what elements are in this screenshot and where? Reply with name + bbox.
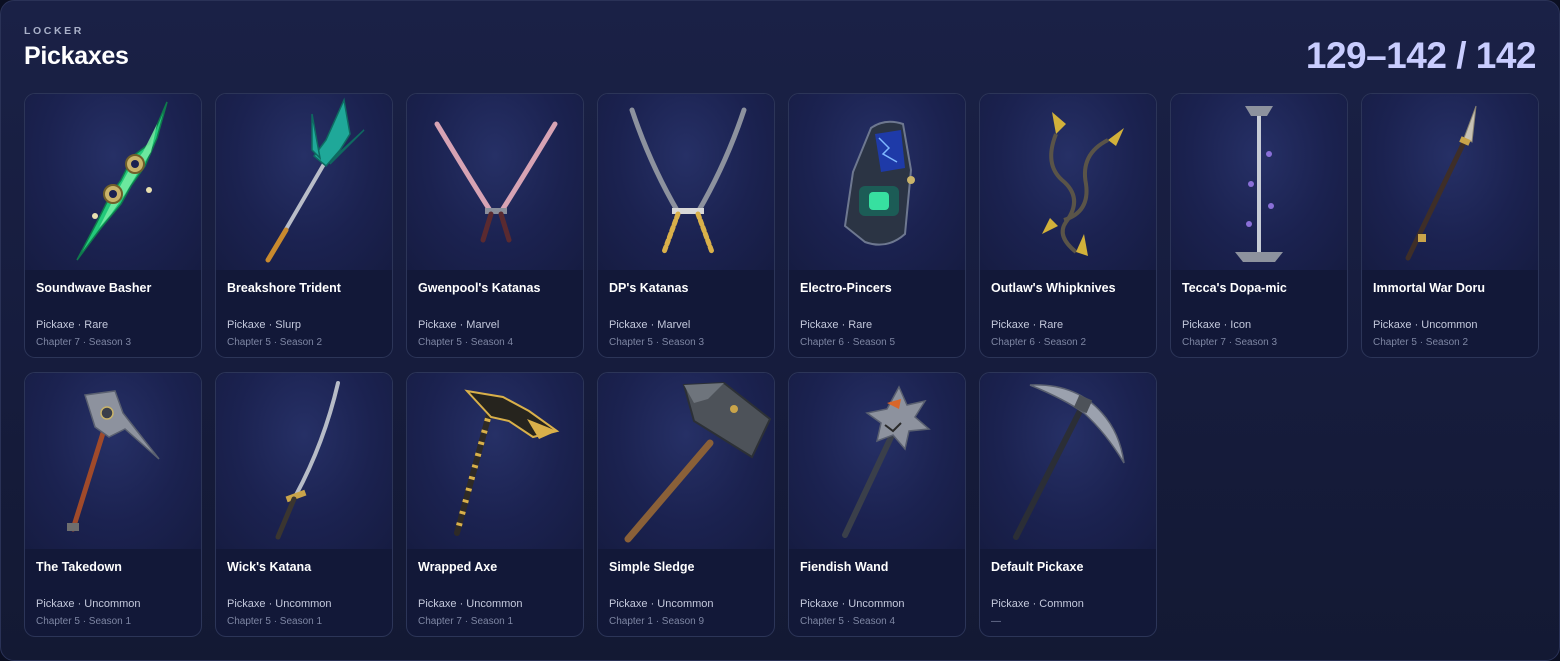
fiendish-wand-icon <box>842 385 931 538</box>
pickaxe-card[interactable]: Soundwave Basher Pickaxe · Rare Chapter … <box>24 93 202 358</box>
item-artwork <box>789 94 965 270</box>
pickaxe-card[interactable]: The Takedown Pickaxe · Uncommon Chapter … <box>24 372 202 637</box>
item-artwork <box>1362 94 1538 270</box>
the-takedown-icon <box>67 390 160 532</box>
pickaxe-card[interactable]: DP's Katanas Pickaxe · Marvel Chapter 5 … <box>597 93 775 358</box>
item-name: Simple Sledge <box>609 560 695 574</box>
pickaxe-card[interactable]: Outlaw's Whipknives Pickaxe · Rare Chapt… <box>979 93 1157 358</box>
item-season: Chapter 1 · Season 9 <box>609 616 705 627</box>
pickaxe-card[interactable]: Simple Sledge Pickaxe · Uncommon Chapter… <box>597 372 775 637</box>
gwenpool-katanas-icon <box>434 121 558 243</box>
item-artwork <box>25 94 201 270</box>
item-type-rarity: Pickaxe · Marvel <box>418 319 500 331</box>
item-type-rarity: Pickaxe · Common <box>991 598 1084 610</box>
item-type-rarity: Pickaxe · Rare <box>36 319 109 331</box>
simple-sledge-icon <box>624 381 772 543</box>
item-season: Chapter 5 · Season 4 <box>418 337 514 348</box>
item-artwork <box>598 94 774 270</box>
item-name: Default Pickaxe <box>991 560 1084 574</box>
pickaxe-card[interactable]: Gwenpool's Katanas Pickaxe · Marvel Chap… <box>406 93 584 358</box>
item-artwork <box>789 373 965 549</box>
item-name: Wick's Katana <box>227 560 312 574</box>
item-season: Chapter 5 · Season 1 <box>36 616 132 627</box>
item-artwork <box>216 373 392 549</box>
item-range-counter: 129–142 / 142 <box>1305 35 1537 76</box>
item-season: Chapter 7 · Season 1 <box>418 616 514 627</box>
item-type-rarity: Pickaxe · Icon <box>1182 319 1252 331</box>
item-name: Gwenpool's Katanas <box>418 281 541 295</box>
page-title: Pickaxes <box>24 42 129 70</box>
item-name: The Takedown <box>36 560 122 574</box>
item-artwork <box>25 373 201 549</box>
item-type-rarity: Pickaxe · Rare <box>991 319 1064 331</box>
pickaxe-card[interactable]: Electro-Pincers Pickaxe · Rare Chapter 6… <box>788 93 966 358</box>
item-season: Chapter 5 · Season 1 <box>227 616 323 627</box>
pickaxe-card[interactable]: Immortal War Doru Pickaxe · Uncommon Cha… <box>1361 93 1539 358</box>
electro-pincers-icon <box>843 120 915 246</box>
default-pickaxe-icon <box>1013 384 1125 540</box>
pickaxe-card[interactable]: Tecca's Dopa-mic Pickaxe · Icon Chapter … <box>1170 93 1348 358</box>
item-type-rarity: Pickaxe · Uncommon <box>36 598 141 610</box>
item-type-rarity: Pickaxe · Uncommon <box>418 598 523 610</box>
item-season: Chapter 5 · Season 2 <box>227 337 323 348</box>
item-type-rarity: Pickaxe · Slurp <box>227 319 301 331</box>
immortal-war-doru-icon <box>1405 105 1477 261</box>
soundwave-basher-icon <box>76 101 168 261</box>
pickaxe-grid: Soundwave Basher Pickaxe · Rare Chapter … <box>24 93 1539 637</box>
pickaxe-card[interactable]: Fiendish Wand Pickaxe · Uncommon Chapter… <box>788 372 966 637</box>
dp-katanas-icon <box>629 107 747 255</box>
tecca-dopa-mic-icon <box>1235 106 1283 262</box>
item-artwork <box>1171 94 1347 270</box>
item-season: Chapter 7 · Season 3 <box>1182 337 1278 348</box>
item-season: Chapter 5 · Season 2 <box>1373 337 1469 348</box>
item-artwork <box>980 94 1156 270</box>
item-type-rarity: Pickaxe · Marvel <box>609 319 691 331</box>
item-season: — <box>991 616 1001 627</box>
pickaxe-card[interactable]: Wrapped Axe Pickaxe · Uncommon Chapter 7… <box>406 372 584 637</box>
item-name: DP's Katanas <box>609 281 689 295</box>
item-name: Soundwave Basher <box>36 281 152 295</box>
item-season: Chapter 6 · Season 2 <box>991 337 1087 348</box>
pickaxe-card[interactable]: Wick's Katana Pickaxe · Uncommon Chapter… <box>215 372 393 637</box>
item-season: Chapter 5 · Season 3 <box>609 337 705 348</box>
item-name: Immortal War Doru <box>1373 281 1486 295</box>
item-season: Chapter 5 · Season 4 <box>800 616 896 627</box>
item-artwork <box>407 373 583 549</box>
item-name: Electro-Pincers <box>800 281 892 295</box>
outlaw-whipknives-icon <box>1042 112 1124 256</box>
section-eyebrow: LOCKER <box>24 25 84 37</box>
locker-panel: LOCKER Pickaxes 129–142 / 142 Soundwave … <box>0 0 1560 661</box>
item-name: Tecca's Dopa-mic <box>1182 281 1287 295</box>
item-artwork <box>598 373 774 549</box>
item-type-rarity: Pickaxe · Uncommon <box>227 598 332 610</box>
item-season: Chapter 6 · Season 5 <box>800 337 896 348</box>
item-artwork <box>216 94 392 270</box>
item-name: Wrapped Axe <box>418 560 498 574</box>
item-season: Chapter 7 · Season 3 <box>36 337 132 348</box>
item-artwork <box>407 94 583 270</box>
breakshore-trident-icon <box>265 97 365 263</box>
item-type-rarity: Pickaxe · Uncommon <box>800 598 905 610</box>
item-name: Fiendish Wand <box>800 560 889 574</box>
item-name: Breakshore Trident <box>227 281 341 295</box>
pickaxe-card[interactable]: Breakshore Trident Pickaxe · Slurp Chapt… <box>215 93 393 358</box>
item-type-rarity: Pickaxe · Rare <box>800 319 873 331</box>
pickaxe-card[interactable]: Default Pickaxe Pickaxe · Common — <box>979 372 1157 637</box>
item-artwork <box>980 373 1156 549</box>
wicks-katana-icon <box>275 381 340 540</box>
item-type-rarity: Pickaxe · Uncommon <box>1373 319 1478 331</box>
wrapped-axe-icon <box>454 389 560 536</box>
item-name: Outlaw's Whipknives <box>991 281 1116 295</box>
item-type-rarity: Pickaxe · Uncommon <box>609 598 714 610</box>
